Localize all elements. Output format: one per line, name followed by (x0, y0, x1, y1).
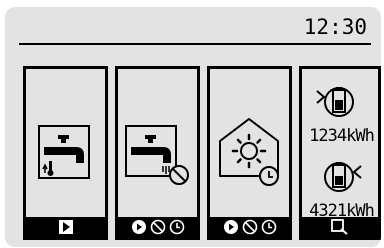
legionella-tile[interactable] (115, 66, 200, 240)
prohibit-icon (150, 219, 165, 235)
header-divider (19, 43, 371, 45)
house-sun-icon (210, 69, 289, 219)
prohibit-icon (169, 165, 189, 185)
energy-out-icon (302, 69, 381, 219)
hot-water-tile[interactable] (23, 66, 108, 240)
tap-icon (26, 69, 105, 219)
energy-tile[interactable]: 1234kWh 4321kWh (299, 66, 381, 240)
timer-icon (259, 166, 279, 186)
timer-icon (261, 219, 276, 235)
controller-screen: 12:30 1234kWh 4321kWh (5, 7, 381, 247)
heating-tile[interactable] (207, 66, 292, 240)
magnifier-icon (331, 219, 348, 235)
clock: 12:30 (303, 15, 367, 39)
power-icon (131, 220, 146, 234)
timer-icon (169, 219, 184, 235)
prohibit-icon (242, 219, 257, 235)
tile-footer (26, 217, 105, 237)
tap-prohibit-icon (118, 69, 197, 219)
tile-footer (118, 217, 197, 237)
power-icon (223, 220, 238, 234)
tile-footer (210, 217, 289, 237)
play-icon (58, 220, 73, 234)
tile-footer (302, 217, 378, 237)
